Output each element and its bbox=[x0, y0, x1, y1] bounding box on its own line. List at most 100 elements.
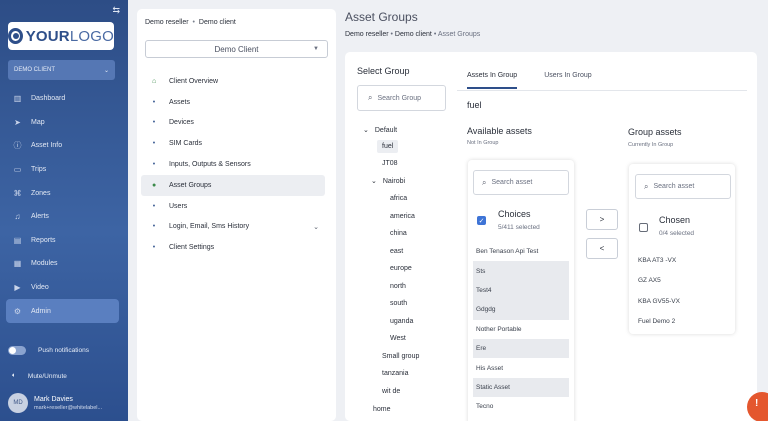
tree-node-west[interactable]: West bbox=[390, 335, 406, 342]
list-item[interactable]: Ben Tenason Api Test bbox=[473, 242, 569, 261]
sidebar-item-reports[interactable]: ▤ Reports bbox=[6, 229, 119, 253]
breadcrumb-item[interactable]: Demo reseller bbox=[145, 19, 189, 26]
tree-node-north[interactable]: north bbox=[390, 283, 406, 290]
menu-item-label: Inputs, Outputs & Sensors bbox=[169, 161, 251, 169]
breadcrumb-item[interactable]: Demo reseller bbox=[345, 31, 389, 38]
tree-node-china[interactable]: china bbox=[390, 230, 407, 237]
select-all-checkbox[interactable]: ✓ bbox=[477, 216, 486, 225]
logo[interactable]: YOURLOGO bbox=[8, 22, 114, 50]
tree-node-fuel[interactable]: fuel bbox=[377, 140, 399, 153]
menu-item-asset-groups[interactable]: ● Asset Groups bbox=[141, 174, 325, 196]
menu-item-history[interactable]: • Login, Email, Sms History ⌄ bbox=[141, 217, 325, 238]
menu-item-client-settings[interactable]: • Client Settings bbox=[141, 237, 325, 258]
tree-node-america[interactable]: america bbox=[390, 213, 415, 220]
tree-node-tanzania[interactable]: tanzania bbox=[382, 370, 408, 377]
sidebar-item-label: Video bbox=[31, 284, 49, 292]
tree-node-south[interactable]: south bbox=[390, 300, 407, 307]
list-item[interactable]: His Asset bbox=[473, 358, 569, 377]
tab-users-in-group[interactable]: Users In Group bbox=[544, 68, 591, 89]
select-all-chosen-checkbox[interactable] bbox=[639, 223, 648, 232]
tree-node-jt08[interactable]: JT08 bbox=[382, 160, 398, 167]
sidebar-item-zones[interactable]: ⌘ Zones bbox=[6, 181, 119, 205]
tree-node-uganda[interactable]: uganda bbox=[390, 318, 413, 325]
sidebar: ⇆ YOURLOGO DEMO CLIENT ⌄ ▥ Dashboard ➤ Map… bbox=[0, 0, 128, 421]
tree-node-label: Default bbox=[374, 127, 398, 134]
bullet-icon: • bbox=[152, 98, 156, 106]
sidebar-item-label: Dashboard bbox=[31, 95, 66, 103]
sidebar-item-admin[interactable]: ⚙ Admin bbox=[6, 299, 119, 323]
group-assets-list: KBA AT3 -VX GZ AX5 KBA GV55-VX Fuel Demo… bbox=[638, 250, 730, 332]
move-right-button[interactable]: > bbox=[586, 209, 618, 230]
client-dropdown[interactable]: Demo Client ▼ bbox=[145, 40, 328, 58]
mute-label: Mute/Unmute bbox=[27, 372, 67, 380]
sidebar-item-video[interactable]: ▶ Video bbox=[6, 276, 119, 300]
user-profile[interactable]: MD Mark Davies mark+reseller@whitelabel.… bbox=[8, 393, 102, 413]
list-item[interactable]: Static Asset bbox=[473, 377, 569, 398]
tree-node-label: West bbox=[390, 335, 406, 342]
menu-item-client-overview[interactable]: ⌂ Client Overview bbox=[141, 71, 325, 92]
bullet-icon: • bbox=[152, 161, 156, 169]
tree-node-small-group[interactable]: Small group bbox=[382, 353, 419, 360]
tree-node-east[interactable]: east bbox=[390, 248, 403, 255]
group-assets-subtitle: Currently In Group bbox=[628, 142, 674, 148]
sidebar-item-trips[interactable]: ▭ Trips bbox=[6, 158, 119, 182]
sidebar-item-label: Asset Info bbox=[31, 142, 63, 150]
tree-node-label: south bbox=[390, 300, 408, 307]
list-item[interactable]: Test4 bbox=[473, 280, 569, 301]
sidebar-item-map[interactable]: ➤ Map bbox=[6, 111, 119, 135]
menu-item-devices[interactable]: • Devices bbox=[141, 113, 325, 134]
available-search-input[interactable]: ⌕ Search asset bbox=[473, 170, 569, 195]
search-icon: ⌕ bbox=[644, 181, 649, 191]
sidebar-item-alerts[interactable]: ♫ Alerts bbox=[6, 205, 119, 229]
bullet-icon: • bbox=[152, 202, 156, 210]
breadcrumb-item[interactable]: Demo client bbox=[199, 19, 236, 26]
client-selector[interactable]: DEMO CLIENT ⌄ bbox=[8, 60, 115, 80]
sidebar-item-asset-info[interactable]: ⓘ Asset Info bbox=[6, 134, 119, 158]
push-notifications-toggle[interactable] bbox=[8, 346, 26, 355]
group-assets-search-input[interactable]: ⌕ Search asset bbox=[635, 174, 731, 199]
tree-node-label: fuel bbox=[382, 143, 394, 150]
tree-node-africa[interactable]: africa bbox=[390, 195, 407, 202]
bullet-icon: • bbox=[152, 119, 156, 127]
chevron-down-icon[interactable]: ⌄ bbox=[363, 127, 369, 134]
chevron-down-icon[interactable]: ⌄ bbox=[371, 178, 377, 185]
tab-assets-in-group[interactable]: Assets In Group bbox=[467, 68, 518, 89]
sidebar-item-modules[interactable]: ▦ Modules bbox=[6, 252, 119, 276]
sidebar-item-label: Modules bbox=[31, 260, 58, 268]
list-item[interactable]: Nother Portable bbox=[473, 320, 569, 339]
client-dropdown-value: Demo Client bbox=[214, 44, 259, 54]
list-item[interactable]: GZ AX5 bbox=[638, 271, 730, 292]
collapse-sidebar-icon[interactable]: ⇆ bbox=[112, 5, 120, 16]
list-item[interactable]: KBA GV55-VX bbox=[638, 291, 730, 312]
main-breadcrumb: Demo reseller • Demo client • Asset Grou… bbox=[345, 31, 480, 38]
breadcrumb-item[interactable]: Demo client bbox=[395, 31, 432, 38]
group-search-input[interactable]: ⌕ Search Group bbox=[357, 85, 446, 111]
menu-item-assets[interactable]: • Assets bbox=[141, 92, 325, 113]
tree-node-nairobi[interactable]: ⌄ Nairobi bbox=[371, 177, 405, 185]
available-assets-listbox: ⌕ Search asset ✓ Choices 5/411 selected … bbox=[468, 160, 574, 421]
search-icon: ⌕ bbox=[368, 93, 373, 102]
sidebar-item-label: Reports bbox=[31, 236, 56, 244]
tree-node-europe[interactable]: europe bbox=[390, 265, 412, 272]
list-item[interactable]: Fuel Demo 2 bbox=[638, 312, 730, 333]
list-item[interactable]: Tecno bbox=[473, 397, 569, 416]
tree-node-wit-de[interactable]: wit de bbox=[382, 388, 400, 395]
list-item[interactable]: Sts bbox=[473, 261, 569, 281]
tree-node-label: wit de bbox=[382, 388, 401, 395]
menu-item-users[interactable]: • Users bbox=[141, 196, 325, 217]
help-button[interactable]: ! bbox=[747, 392, 768, 421]
list-item[interactable]: Ere bbox=[473, 338, 569, 359]
tree-node-default[interactable]: ⌄ Default bbox=[363, 126, 397, 134]
menu-item-label: Client Overview bbox=[169, 77, 219, 85]
menu-item-inputs-outputs[interactable]: • Inputs, Outputs & Sensors bbox=[141, 154, 325, 175]
tree-node-home[interactable]: home bbox=[373, 406, 391, 413]
user-email: mark+reseller@whitelabel... bbox=[34, 404, 103, 411]
move-left-button[interactable]: < bbox=[586, 238, 618, 259]
mute-row[interactable]: 🔈︎ Mute/Unmute bbox=[12, 372, 67, 380]
list-item[interactable]: KBA AT3 -VX bbox=[638, 250, 730, 271]
client-selector-label: DEMO CLIENT bbox=[14, 67, 56, 73]
sidebar-item-dashboard[interactable]: ▥ Dashboard bbox=[6, 87, 119, 111]
tree-node-label: home bbox=[373, 406, 391, 413]
menu-item-sim-cards[interactable]: • SIM Cards bbox=[141, 133, 325, 154]
list-item[interactable]: Gdgdg bbox=[473, 300, 569, 320]
